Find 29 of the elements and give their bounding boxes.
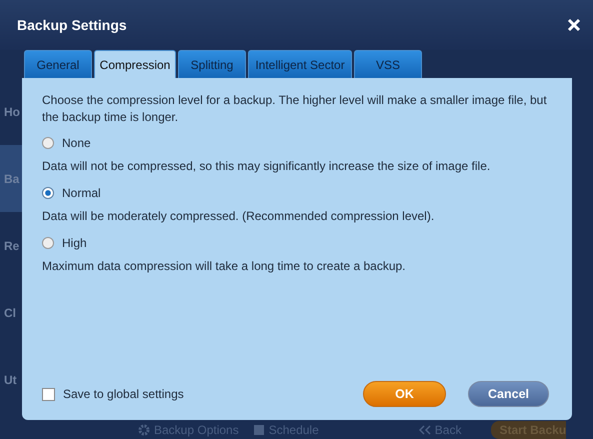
intro-text: Choose the compression level for a backup. The higher level will make a smaller image file, but the backup time is longer. <box>42 92 548 126</box>
option-description: Data will not be compressed, so this may significantly increase the size of image file. <box>42 158 492 175</box>
chevrons-icon <box>418 424 431 434</box>
tab[interactable]: Compression <box>94 50 176 78</box>
tab[interactable]: Splitting <box>178 50 246 78</box>
radio-button[interactable] <box>42 237 54 249</box>
calendar-icon <box>252 424 265 436</box>
radio-button[interactable] <box>42 187 54 199</box>
sidebar-item[interactable]: Re <box>0 236 20 254</box>
window-title: Backup Settings <box>17 16 127 35</box>
option-label: None <box>62 135 91 152</box>
gear-icon <box>138 424 150 436</box>
sidebar-item[interactable]: Ut <box>0 370 17 388</box>
option-description: Data will be moderately compressed. (Recommended compression level). <box>42 208 436 225</box>
close-icon[interactable] <box>567 18 581 32</box>
option-label: High <box>62 235 87 252</box>
checkbox[interactable] <box>42 388 55 400</box>
radio-button[interactable] <box>42 137 54 149</box>
tab[interactable]: VSS <box>354 50 422 78</box>
sidebar-item[interactable]: Ho <box>0 102 20 120</box>
sidebar-item[interactable]: Cl <box>0 304 16 322</box>
tab[interactable]: General <box>24 50 92 78</box>
cancel-button[interactable]: Cancel <box>468 381 549 407</box>
checkbox-label: Save to global settings <box>63 386 184 403</box>
sidebar-item[interactable]: Ba <box>0 170 20 188</box>
option-description: Maximum data compression will take a long time to create a backup. <box>42 258 406 275</box>
tab[interactable]: Intelligent Sector <box>248 50 352 78</box>
option-label: Normal <box>62 185 101 202</box>
ok-button[interactable]: OK <box>363 381 446 407</box>
